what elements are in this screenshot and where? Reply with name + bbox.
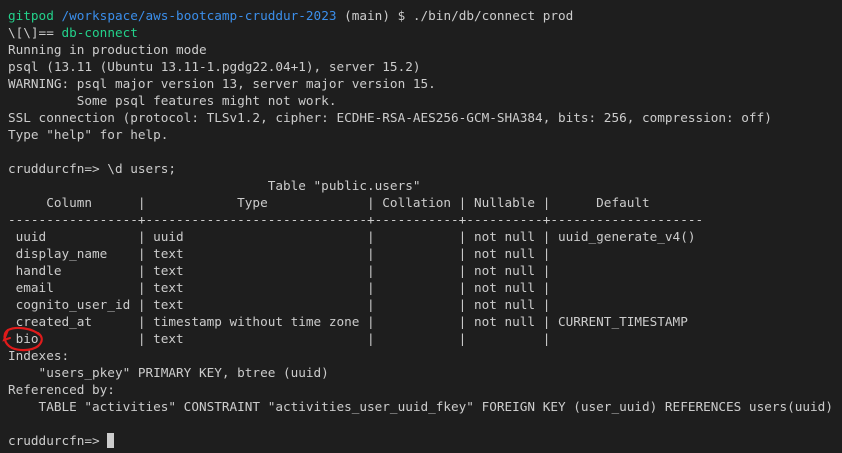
referenced-by-heading: Referenced by: — [8, 382, 115, 397]
table-title: Table "public.users" — [8, 178, 421, 193]
table-header: Column | Type | Collation | Nullable | D… — [8, 195, 650, 210]
terminal-window[interactable]: gitpod /workspace/aws-bootcamp-cruddur-2… — [0, 0, 842, 453]
prompt-user: gitpod — [8, 8, 54, 23]
table-separator: -----------------+----------------------… — [8, 212, 704, 227]
shell-prompt-line: gitpod /workspace/aws-bootcamp-cruddur-2… — [8, 7, 842, 24]
table-row: display_name | text | | not null | — [8, 246, 551, 261]
echo-line: \[\]== db-connect — [8, 24, 842, 41]
table-row: cognito_user_id | text | | not null | — [8, 297, 551, 312]
table-row: email | text | | not null | — [8, 280, 551, 295]
indexes-heading: Indexes: — [8, 348, 70, 363]
reference-entry: TABLE "activities" CONSTRAINT "activitie… — [8, 399, 833, 414]
output-line: Type "help" for help. — [8, 127, 169, 142]
prompt-path: /workspace/aws-bootcamp-cruddur-2023 — [61, 8, 337, 23]
table-row: bio | text | | | — [8, 331, 551, 346]
prompt-command: ./bin/db/connect prod — [412, 8, 574, 23]
echo-prefix: \[\]== — [8, 25, 62, 40]
final-prompt: cruddurcfn=> — [8, 433, 108, 448]
output-line: psql (13.11 (Ubuntu 13.11-1.pgdg22.04+1)… — [8, 59, 421, 74]
table-row: handle | text | | not null | — [8, 263, 551, 278]
output-line: SSL connection (protocol: TLSv1.2, ciphe… — [8, 110, 772, 125]
table-row: uuid | uuid | | not null | uuid_generate… — [8, 229, 696, 244]
output-line: Some psql features might not work. — [8, 93, 337, 108]
table-row: created_at | timestamp without time zone… — [8, 314, 688, 329]
output-line: WARNING: psql major version 13, server m… — [8, 76, 436, 91]
psql-command-line: cruddurcfn=> \d users; — [8, 161, 177, 176]
echo-text: db-connect — [61, 25, 138, 40]
final-prompt-line[interactable]: cruddurcfn=> — [8, 432, 842, 449]
prompt-branch: (main) — [336, 8, 390, 23]
output-line: Running in production mode — [8, 42, 207, 57]
prompt-symbol: $ — [389, 8, 413, 23]
index-entry: "users_pkey" PRIMARY KEY, btree (uuid) — [8, 365, 329, 380]
cursor — [107, 433, 115, 448]
